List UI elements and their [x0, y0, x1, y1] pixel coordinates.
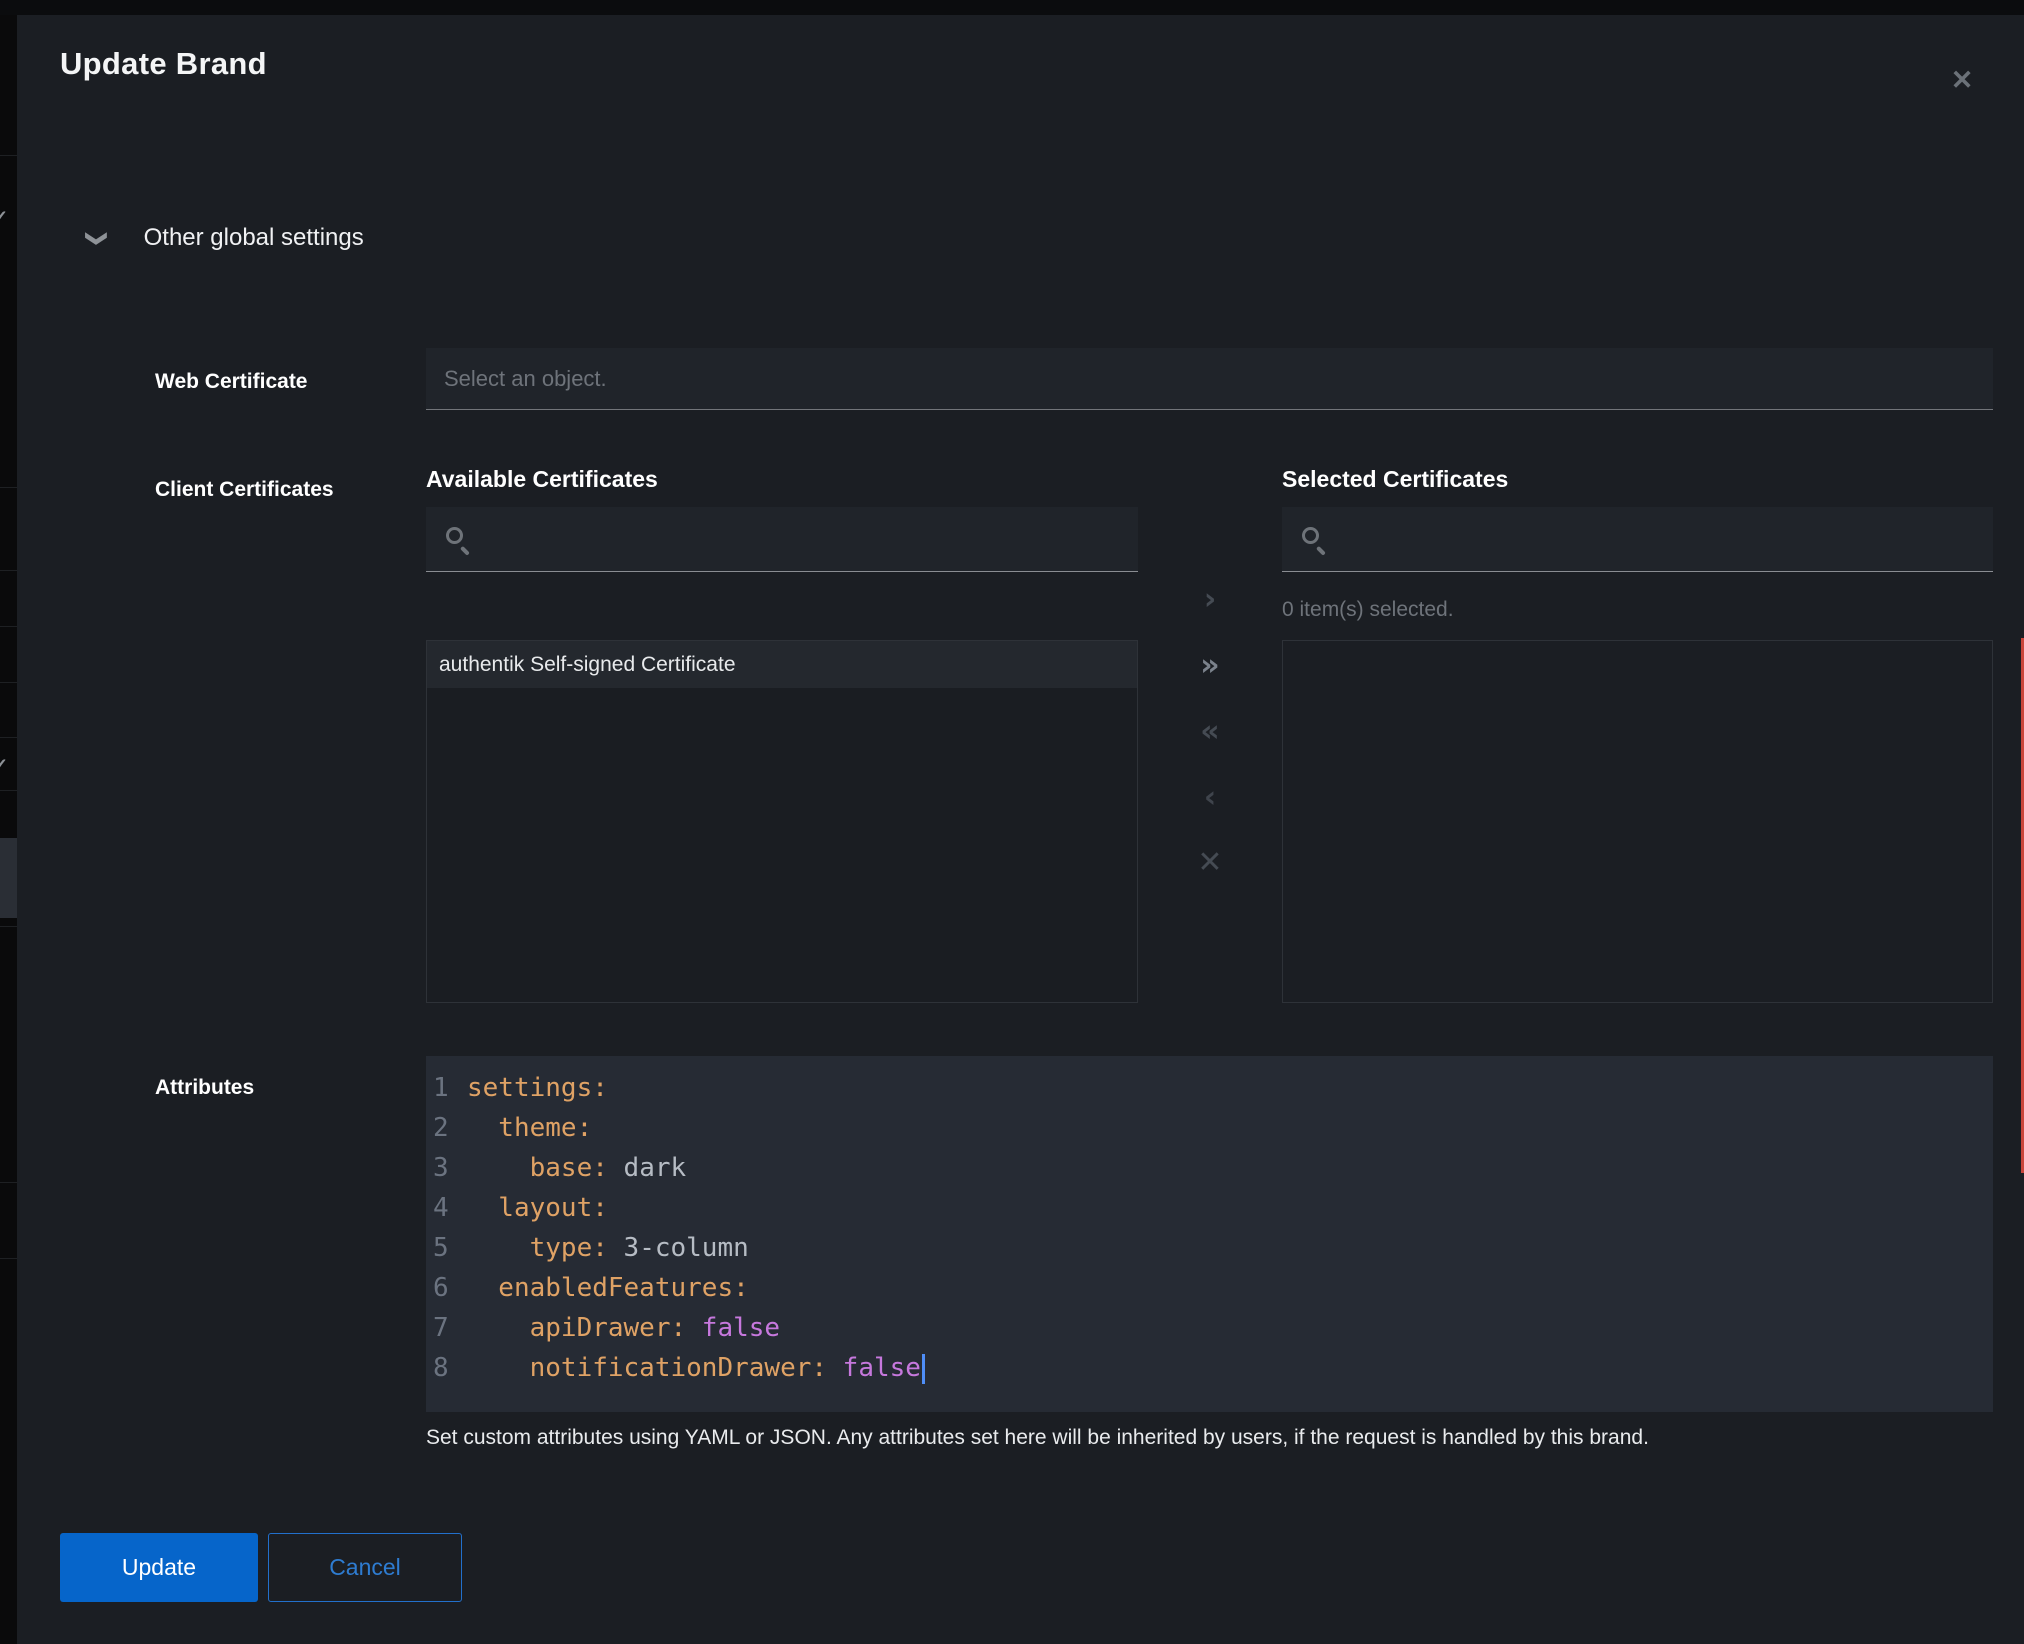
move-selected-right-button[interactable]: › [1188, 578, 1232, 622]
update-button[interactable]: Update [60, 1533, 258, 1602]
row-divider [0, 737, 17, 738]
row-divider [0, 1258, 17, 1259]
available-search-input[interactable] [484, 507, 1130, 571]
web-certificate-label: Web Certificate [155, 370, 308, 394]
chevron-down-icon: ❯ [84, 229, 109, 247]
code-line: 6 enabledFeatures: [426, 1268, 1993, 1308]
attributes-code-editor[interactable]: 1 settings: 2 theme: 3 base: dark 4 layo… [426, 1056, 1993, 1412]
move-all-left-button[interactable]: « [1188, 710, 1232, 754]
row-divider [0, 155, 17, 156]
background-check-icon: ✓ [0, 755, 8, 776]
code-line: 8 notificationDrawer: false [426, 1348, 1993, 1388]
background-check-icon: ✓ [0, 207, 8, 228]
clear-selection-button[interactable]: ✕ [1188, 841, 1232, 885]
row-divider [0, 682, 17, 683]
row-divider [0, 790, 17, 791]
row-divider [0, 626, 17, 627]
search-icon [446, 527, 463, 544]
update-brand-modal: ✓ › › › › ✓ › Update Brand ✕ ❯ Other glo… [0, 0, 2024, 1644]
code-line: 7 apiDrawer: false [426, 1308, 1993, 1348]
attributes-help-text: Set custom attributes using YAML or JSON… [426, 1426, 1946, 1450]
available-search [426, 507, 1138, 572]
background-top-bar [0, 0, 2024, 15]
move-all-right-button[interactable]: » [1188, 644, 1232, 688]
selected-search [1282, 507, 1993, 572]
row-divider [0, 487, 17, 488]
selected-search-input[interactable] [1340, 507, 1985, 571]
background-selected-row [0, 838, 17, 918]
list-item[interactable]: authentik Self-signed Certificate [427, 641, 1137, 688]
code-line: 3 base: dark [426, 1148, 1993, 1188]
web-certificate-select[interactable] [426, 348, 1993, 410]
cancel-button[interactable]: Cancel [268, 1533, 462, 1602]
selected-certificates-list[interactable] [1282, 640, 1993, 1003]
row-divider [0, 926, 17, 927]
code-line: 5 type: 3-column [426, 1228, 1993, 1268]
background-sidebar-strip: ✓ › › › › ✓ › [0, 15, 17, 1644]
code-line: 4 layout: [426, 1188, 1993, 1228]
selected-count-status: 0 item(s) selected. [1282, 598, 1454, 622]
row-divider [0, 570, 17, 571]
code-line: 1 settings: [426, 1068, 1993, 1108]
available-certificates-header: Available Certificates [426, 466, 658, 493]
close-icon[interactable]: ✕ [1940, 58, 1984, 102]
client-certificates-label: Client Certificates [155, 478, 334, 502]
move-selected-left-button[interactable]: ‹ [1188, 776, 1232, 820]
row-divider [0, 1182, 17, 1183]
modal-title: Update Brand [60, 46, 267, 82]
selected-certificates-header: Selected Certificates [1282, 466, 1508, 493]
search-icon [1302, 527, 1319, 544]
text-cursor [922, 1354, 925, 1384]
available-certificates-list[interactable]: authentik Self-signed Certificate [426, 640, 1138, 1003]
code-line: 2 theme: [426, 1108, 1993, 1148]
attributes-label: Attributes [155, 1076, 254, 1100]
section-label: Other global settings [144, 224, 364, 252]
section-toggle-other-global-settings[interactable]: ❯ Other global settings [88, 224, 364, 252]
